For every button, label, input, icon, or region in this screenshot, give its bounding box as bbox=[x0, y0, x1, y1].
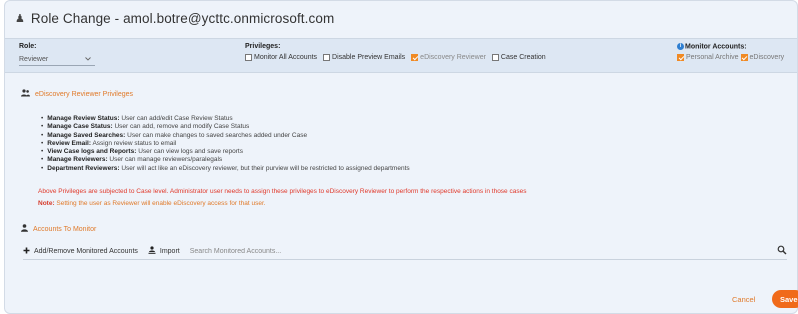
list-item: Department Reviewers: User will act like… bbox=[41, 164, 410, 173]
role-change-dialog: ♟ Role Change - amol.botre@ycttc.onmicro… bbox=[4, 0, 798, 314]
list-item: Manage Saved Searches: User can make cha… bbox=[41, 132, 410, 140]
privilege-disable-preview-emails[interactable]: Disable Preview Emails bbox=[323, 54, 405, 61]
reviewer-note: Note: Setting the user as Reviewer will … bbox=[38, 200, 266, 207]
checkbox-monitor-all-accounts[interactable] bbox=[245, 54, 252, 61]
privilege-description: Assign review status to email bbox=[91, 139, 177, 147]
role-select[interactable]: Reviewer bbox=[19, 54, 95, 66]
monitor-accounts-options: Personal Archive eDiscovery bbox=[677, 54, 798, 62]
monitor-accounts-field: i Monitor Accounts: Personal Archive eDis… bbox=[677, 43, 798, 62]
list-item: View Case logs and Reports: User can vie… bbox=[41, 148, 410, 156]
search-monitored-accounts-input[interactable] bbox=[189, 247, 777, 255]
privilege-description: User will act like an eDiscovery reviewe… bbox=[119, 164, 410, 172]
list-item: Manage Reviewers: User can manage review… bbox=[41, 156, 410, 164]
case-level-notice: Above Privileges are subjected to Case l… bbox=[38, 188, 527, 195]
list-item: Review Email: Assign review status to em… bbox=[41, 140, 410, 148]
monitor-accounts-label: Monitor Accounts: bbox=[685, 43, 747, 51]
privilege-option-label: Disable Preview Emails bbox=[332, 54, 406, 61]
settings-band: Role: Reviewer Privileges: Monitor All A… bbox=[5, 38, 797, 73]
monitor-option-label: eDiscovery bbox=[749, 54, 785, 62]
privilege-monitor-all-accounts[interactable]: Monitor All Accounts bbox=[245, 54, 317, 61]
list-item: Manage Review Status: User can add/edit … bbox=[41, 115, 410, 123]
plus-icon bbox=[23, 247, 30, 256]
ediscovery-privileges-heading: eDiscovery Reviewer Privileges bbox=[21, 89, 133, 99]
checkbox-case-creation[interactable] bbox=[491, 54, 499, 61]
chevron-down-icon bbox=[85, 56, 91, 63]
add-remove-label: Add/Remove Monitored Accounts bbox=[34, 247, 138, 255]
privilege-name: Manage Review Status: bbox=[47, 115, 120, 122]
monitor-option-label: Personal Archive bbox=[686, 54, 739, 62]
privilege-name: Manage Reviewers: bbox=[47, 156, 108, 164]
checkbox-ediscovery-reviewer[interactable] bbox=[411, 54, 419, 61]
role-field: Role: Reviewer bbox=[19, 43, 95, 66]
dialog-title: Role Change - amol.botre@ycttc.onmicroso… bbox=[30, 10, 335, 26]
privilege-description: User can manage reviewers/paralegals bbox=[107, 156, 223, 164]
privileges-field: Privileges: Monitor All Accounts Disable… bbox=[245, 43, 549, 61]
privileges-options: Monitor All Accounts Disable Preview Ema… bbox=[245, 54, 549, 61]
privilege-name: Manage Case Status: bbox=[47, 123, 113, 131]
privilege-option-label: eDiscovery Reviewer bbox=[420, 54, 486, 61]
list-item: Manage Case Status: User can add, remove… bbox=[41, 123, 410, 131]
cancel-button[interactable]: Cancel bbox=[732, 295, 755, 304]
note-label: Note: bbox=[38, 200, 55, 207]
privileges-label: Privileges: bbox=[245, 43, 281, 50]
role-label: Role: bbox=[19, 43, 37, 50]
users-icon bbox=[21, 89, 30, 99]
add-remove-monitored-accounts-button[interactable]: Add/Remove Monitored Accounts bbox=[23, 247, 138, 256]
search-icon[interactable] bbox=[777, 245, 787, 257]
privilege-name: Review Email: bbox=[47, 139, 91, 147]
privilege-description: User can add, remove and modify Case Sta… bbox=[112, 123, 250, 131]
checkbox-disable-preview-emails[interactable] bbox=[323, 54, 331, 61]
import-label: Import bbox=[159, 247, 180, 255]
user-icon bbox=[21, 224, 28, 234]
privilege-name: Manage Saved Searches: bbox=[47, 131, 126, 139]
import-button[interactable]: Import bbox=[148, 246, 180, 256]
monitor-accounts-label-wrap: i Monitor Accounts: bbox=[677, 43, 798, 50]
privilege-description: User can add/edit Case Review Status bbox=[119, 115, 233, 122]
save-button[interactable]: Save bbox=[772, 290, 798, 308]
user-icon: ♟ bbox=[15, 12, 25, 25]
privilege-description: User can view logs and save reports bbox=[136, 148, 243, 156]
ediscovery-privileges-list: Manage Review Status: User can add/edit … bbox=[41, 115, 410, 173]
upload-icon bbox=[148, 246, 156, 256]
privilege-ediscovery-reviewer[interactable]: eDiscovery Reviewer bbox=[411, 54, 486, 61]
dialog-titlebar: ♟ Role Change - amol.botre@ycttc.onmicro… bbox=[5, 1, 797, 35]
ediscovery-privileges-title: eDiscovery Reviewer Privileges bbox=[35, 90, 134, 98]
privilege-option-label: Case Creation bbox=[500, 54, 546, 61]
privilege-case-creation[interactable]: Case Creation bbox=[491, 54, 546, 61]
accounts-to-monitor-title: Accounts To Monitor bbox=[33, 225, 97, 233]
accounts-to-monitor-heading: Accounts To Monitor bbox=[21, 224, 96, 234]
note-text: Setting the user as Reviewer will enable… bbox=[54, 200, 266, 207]
info-icon[interactable]: i bbox=[677, 43, 684, 50]
checkbox-personal-archive[interactable] bbox=[677, 54, 684, 62]
monitored-accounts-toolbar: Add/Remove Monitored Accounts Import bbox=[23, 243, 787, 260]
privilege-name: Department Reviewers: bbox=[47, 164, 120, 172]
privilege-description: User can make changes to saved searches … bbox=[125, 131, 308, 139]
role-select-value: Reviewer bbox=[19, 56, 49, 63]
privilege-name: View Case logs and Reports: bbox=[47, 148, 137, 156]
checkbox-ediscovery-monitor[interactable] bbox=[740, 54, 748, 62]
privilege-option-label: Monitor All Accounts bbox=[254, 54, 318, 61]
